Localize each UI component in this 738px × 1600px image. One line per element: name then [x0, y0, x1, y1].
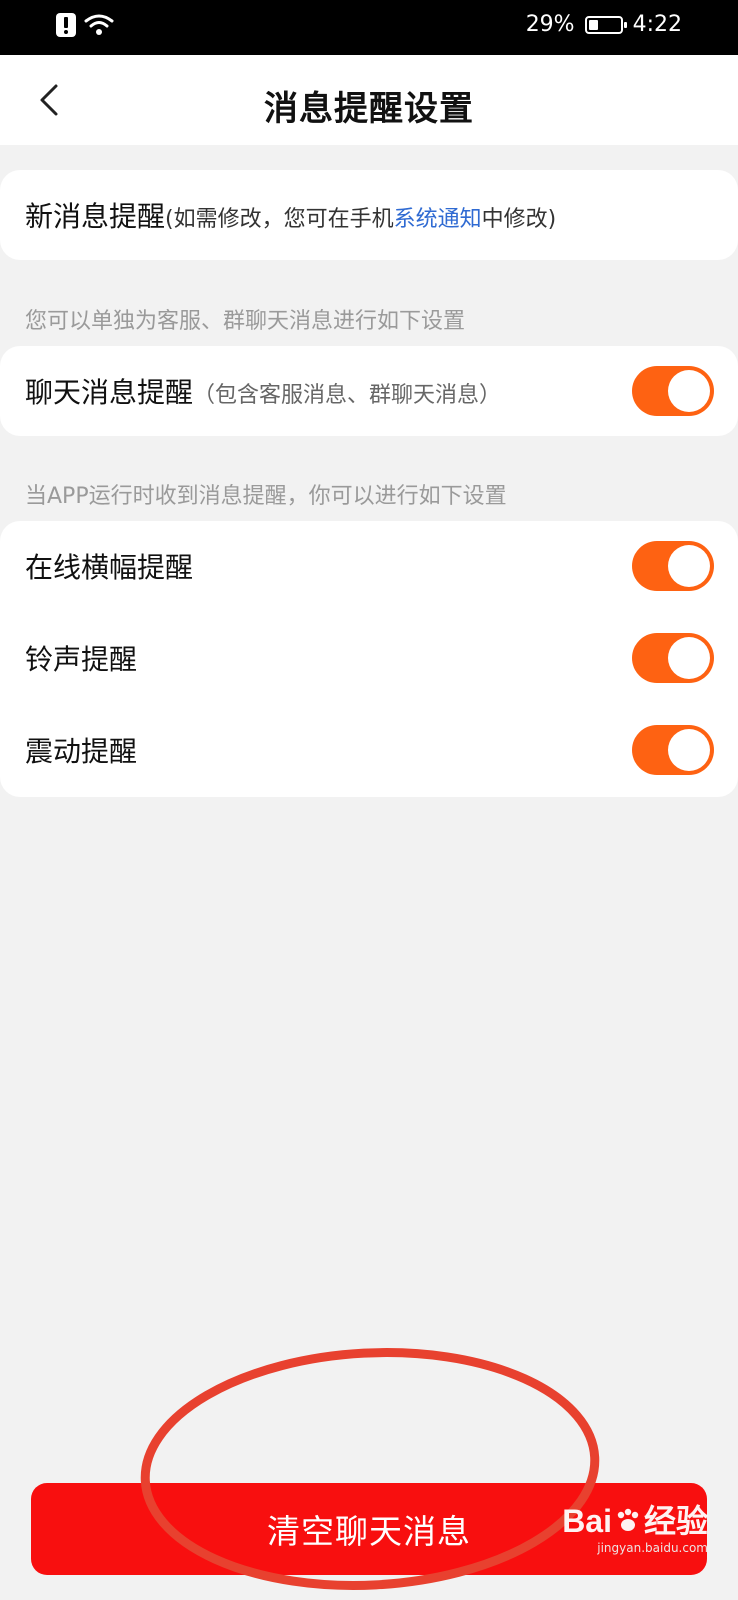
vibration-reminder-row: 震动提醒: [0, 705, 738, 795]
banner-reminder-toggle[interactable]: [632, 541, 714, 591]
new-message-label: 新消息提醒: [25, 200, 166, 233]
chat-reminder-row: 聊天消息提醒（包含客服消息、群聊天消息）: [0, 346, 738, 436]
toggle-knob: [668, 729, 710, 771]
toggle-knob: [668, 370, 710, 412]
status-bar: 29% 4:22: [0, 0, 738, 55]
ringtone-reminder-label: 铃声提醒: [25, 643, 138, 676]
paw-icon: [614, 1507, 642, 1535]
new-message-row: 新消息提醒(如需修改，您可在手机系统通知中修改): [0, 170, 738, 260]
new-message-hint-suffix: 中修改): [481, 207, 557, 232]
app-reminder-card: 在线横幅提醒 铃声提醒 震动提醒: [0, 521, 738, 797]
battery-icon: [584, 15, 627, 34]
chat-card: 聊天消息提醒（包含客服消息、群聊天消息）: [0, 346, 738, 436]
chat-reminder-label: 聊天消息提醒: [25, 376, 194, 409]
chat-reminder-toggle[interactable]: [632, 366, 714, 416]
new-message-card: 新消息提醒(如需修改，您可在手机系统通知中修改): [0, 170, 738, 260]
baidu-watermark: Bai 经验 jingyan.baidu.com: [562, 1505, 708, 1555]
watermark-brand-suffix: 经验: [643, 1503, 708, 1539]
new-message-hint-prefix: (如需修改，您可在手机: [165, 207, 394, 232]
clock-time: 4:22: [632, 12, 682, 37]
alert-icon: [56, 13, 76, 37]
watermark-sub: jingyan.baidu.com: [597, 1541, 708, 1555]
system-notification-link[interactable]: 系统通知: [394, 207, 482, 232]
toggle-knob: [668, 545, 710, 587]
chat-label-group: 聊天消息提醒（包含客服消息、群聊天消息）: [25, 371, 501, 411]
wifi-icon: [84, 13, 114, 37]
watermark-brand-text: Bai: [562, 1503, 612, 1539]
watermark-brand: Bai 经验: [562, 1505, 708, 1537]
battery-fill: [588, 19, 598, 30]
vibration-reminder-label: 震动提醒: [25, 735, 138, 768]
ringtone-reminder-row: 铃声提醒: [0, 613, 738, 703]
section-note-chat: 您可以单独为客服、群聊天消息进行如下设置: [25, 309, 466, 334]
status-left: [56, 13, 114, 37]
vibration-reminder-toggle[interactable]: [632, 725, 714, 775]
banner-reminder-row: 在线横幅提醒: [0, 521, 738, 611]
ringtone-reminder-toggle[interactable]: [632, 633, 714, 683]
page-title: 消息提醒设置: [264, 89, 474, 129]
chat-reminder-hint: （包含客服消息、群聊天消息）: [193, 383, 502, 408]
new-message-label-group: 新消息提醒(如需修改，您可在手机系统通知中修改): [25, 195, 556, 235]
section-note-app: 当APP运行时收到消息提醒，你可以进行如下设置: [25, 484, 507, 509]
banner-reminder-label: 在线横幅提醒: [25, 551, 194, 584]
battery-percent: 29%: [525, 12, 575, 37]
toggle-knob: [668, 637, 710, 679]
status-right: 29% 4:22: [526, 12, 682, 37]
header: 消息提醒设置: [0, 55, 738, 145]
